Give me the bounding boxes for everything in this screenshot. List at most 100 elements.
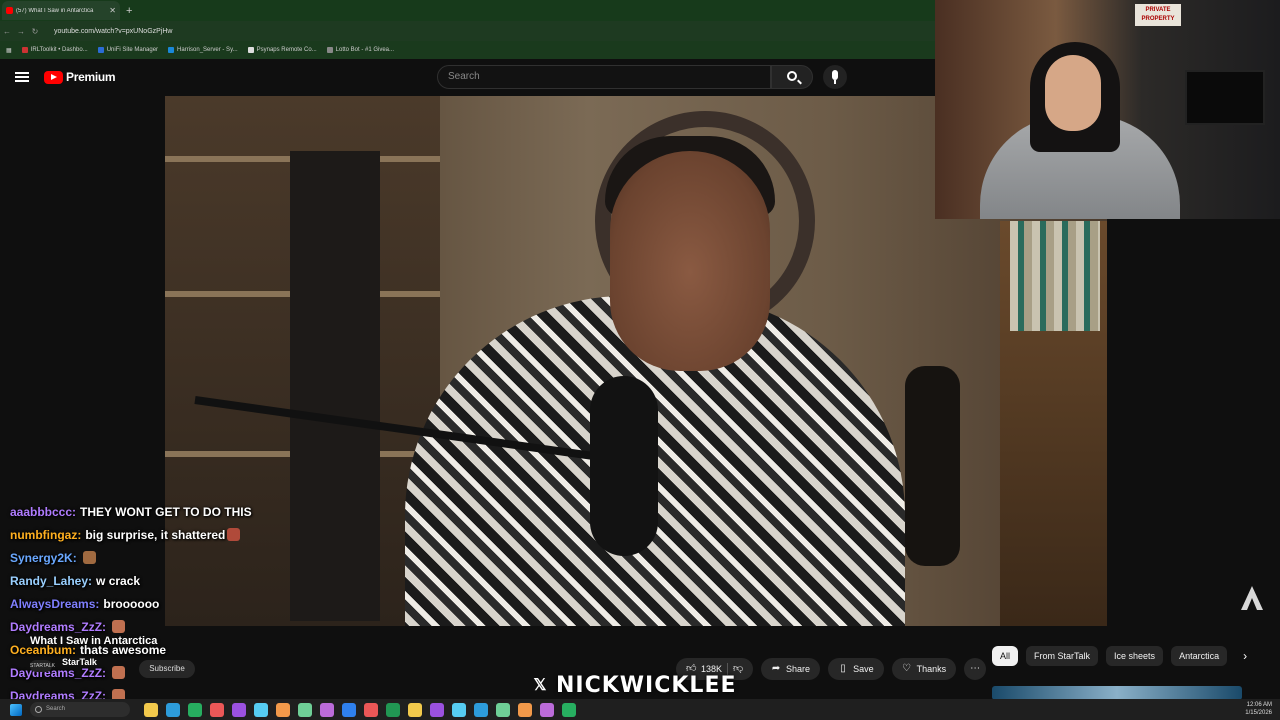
back-icon[interactable]: ← xyxy=(0,27,14,36)
taskbar-app-icon[interactable] xyxy=(320,702,334,717)
taskbar-app-icon[interactable] xyxy=(254,702,268,717)
share-icon: ➦ xyxy=(771,663,781,674)
chat-username[interactable]: AlwaysDreams: xyxy=(10,597,99,611)
apps-icon[interactable]: ▦ xyxy=(6,47,12,54)
chip-all[interactable]: All xyxy=(992,646,1019,666)
bookmark-item[interactable]: Lotto Bot - #1 Givea... xyxy=(326,47,395,53)
bookmark-label: UniFi Site Manager xyxy=(106,47,159,53)
bookmark-item[interactable]: Harrison_Server - Sy... xyxy=(168,47,238,53)
bookmark-icon xyxy=(326,47,333,53)
recommended-video-thumbnail[interactable] xyxy=(992,686,1242,700)
chat-text: THEY WONT GET TO DO THIS xyxy=(80,505,252,519)
private-property-sign: PRIVATE PROPERTY xyxy=(1135,4,1181,26)
podcast-microphone xyxy=(590,376,658,556)
bookmarks-bar: ▦ IRLToolkit • Dashbo... UniFi Site Mana… xyxy=(0,41,935,59)
browser-tab[interactable]: (57) What I Saw in Antarctica ✕ xyxy=(2,1,120,20)
subscribe-button[interactable]: Subscribe xyxy=(139,660,195,678)
new-tab-icon[interactable]: + xyxy=(126,5,132,17)
youtube-brand-label[interactable]: Premium xyxy=(66,70,116,84)
address-bar: ← → ↻ youtube.com/watch?v=pxUNoGzPjHw xyxy=(0,21,935,41)
taskbar-app-icon[interactable] xyxy=(518,702,532,717)
taskbar-app-icon[interactable] xyxy=(386,702,400,717)
channel-avatar[interactable]: STARTALK xyxy=(30,660,55,672)
more-actions-button[interactable]: ⋯ xyxy=(964,658,987,680)
bookmark-label: Harrison_Server - Sy... xyxy=(177,47,238,53)
chat-username[interactable]: Synergy2K: xyxy=(10,551,77,565)
tab-title: (57) What I Saw in Antarctica xyxy=(16,7,94,14)
taskbar-app-icon[interactable] xyxy=(232,702,246,717)
taskbar-app-icon[interactable] xyxy=(496,702,510,717)
taskbar-app-icon[interactable] xyxy=(342,702,356,717)
save-label: Save xyxy=(853,664,874,674)
clock-time: 12:06 AM xyxy=(1246,702,1272,708)
monitor xyxy=(1185,70,1265,125)
hamburger-menu-icon[interactable] xyxy=(15,72,29,82)
windows-start-icon[interactable] xyxy=(10,703,22,716)
channel-name[interactable]: StarTalk xyxy=(62,657,97,667)
voice-search-icon[interactable] xyxy=(823,65,847,89)
bookmark-item[interactable]: Psynaps Remote Co... xyxy=(247,47,317,53)
chat-emote-icon xyxy=(227,528,241,541)
share-label: Share xyxy=(786,664,811,674)
chat-username[interactable]: numbfingaz: xyxy=(10,528,81,542)
save-button[interactable]: ▯ Save xyxy=(828,658,884,680)
system-clock[interactable]: 12:06 AM 1/15/2026 xyxy=(1245,701,1272,717)
taskbar: Search 12:06 AM 1/15/2026 xyxy=(0,699,1280,720)
chat-text: big surprise, it shattered xyxy=(85,528,226,542)
bookmark-item[interactable]: UniFi Site Manager xyxy=(97,47,159,53)
chevron-right-icon[interactable]: › xyxy=(1243,649,1247,663)
bookmark-label: Psynaps Remote Co... xyxy=(256,47,317,53)
streamer-webcam: PRIVATE PROPERTY xyxy=(935,0,1280,219)
taskbar-search-input[interactable]: Search xyxy=(30,702,130,717)
bookmark-icon xyxy=(21,47,28,53)
taskbar-app-icon[interactable] xyxy=(474,702,488,717)
video-title: What I Saw in Antarctica xyxy=(30,635,158,647)
taskbar-app-icon[interactable] xyxy=(562,702,576,717)
youtube-logo-icon[interactable] xyxy=(44,71,63,84)
taskbar-app-icon[interactable] xyxy=(144,702,158,717)
skateboard xyxy=(905,366,960,566)
taskbar-app-icon[interactable] xyxy=(430,702,444,717)
stream-chat: aaabbbccc: THEY WONT GET TO DO THIS numbfi… xyxy=(10,504,310,711)
taskbar-app-icon[interactable] xyxy=(210,702,224,717)
taskbar-app-icon[interactable] xyxy=(166,702,180,717)
reload-icon[interactable]: ↻ xyxy=(28,27,42,36)
search-button[interactable] xyxy=(771,65,813,89)
chip-antarctica[interactable]: Antarctica xyxy=(1171,646,1228,666)
chat-username[interactable]: aaabbbccc: xyxy=(10,505,76,519)
taskbar-app-icon[interactable] xyxy=(188,702,202,717)
taskbar-app-icon[interactable] xyxy=(408,702,422,717)
clock-date: 1/15/2026 xyxy=(1245,710,1272,716)
bookmark-icon xyxy=(247,47,254,53)
heart-dollar-icon: ♡ xyxy=(902,663,912,674)
books xyxy=(1010,221,1100,331)
taskbar-app-icon[interactable] xyxy=(452,702,466,717)
bookmark-label: Lotto Bot - #1 Givea... xyxy=(335,47,395,53)
chip-from-startalk[interactable]: From StarTalk xyxy=(1026,646,1099,666)
close-tab-icon[interactable]: ✕ xyxy=(109,6,116,15)
chip-ice-sheets[interactable]: Ice sheets xyxy=(1106,646,1164,666)
forward-icon[interactable]: → xyxy=(14,27,28,36)
taskbar-app-icons xyxy=(144,702,576,717)
stream-logo-icon xyxy=(1241,586,1263,610)
screen: (57) What I Saw in Antarctica ✕ + ← → ↻ … xyxy=(0,0,1280,720)
search-icon xyxy=(787,71,797,81)
search-input[interactable]: Search xyxy=(437,65,771,89)
taskbar-app-icon[interactable] xyxy=(276,702,290,717)
taskbar-app-icon[interactable] xyxy=(540,702,554,717)
bookmark-icon: ▯ xyxy=(840,663,846,674)
chat-username[interactable]: Daydreams_ZzZ: xyxy=(10,620,106,634)
taskbar-app-icon[interactable] xyxy=(364,702,378,717)
chat-emote-icon xyxy=(112,666,126,679)
chat-message: aaabbbccc: THEY WONT GET TO DO THIS xyxy=(10,504,310,527)
chat-message: Synergy2K: xyxy=(10,550,310,573)
streamer-handle: NICKWICKLEE xyxy=(556,672,737,698)
url-field[interactable]: youtube.com/watch?v=pxUNoGzPjHw xyxy=(54,28,172,35)
share-button[interactable]: ➦ Share xyxy=(761,658,821,680)
chat-emote-icon xyxy=(82,551,96,564)
bookmark-item[interactable]: IRLToolkit • Dashbo... xyxy=(21,47,88,53)
chat-username[interactable]: Randy_Lahey: xyxy=(10,574,92,588)
taskbar-app-icon[interactable] xyxy=(298,702,312,717)
chat-username[interactable]: Daydreams_ZzZ: xyxy=(10,666,106,680)
thanks-button[interactable]: ♡ Thanks xyxy=(891,658,957,680)
